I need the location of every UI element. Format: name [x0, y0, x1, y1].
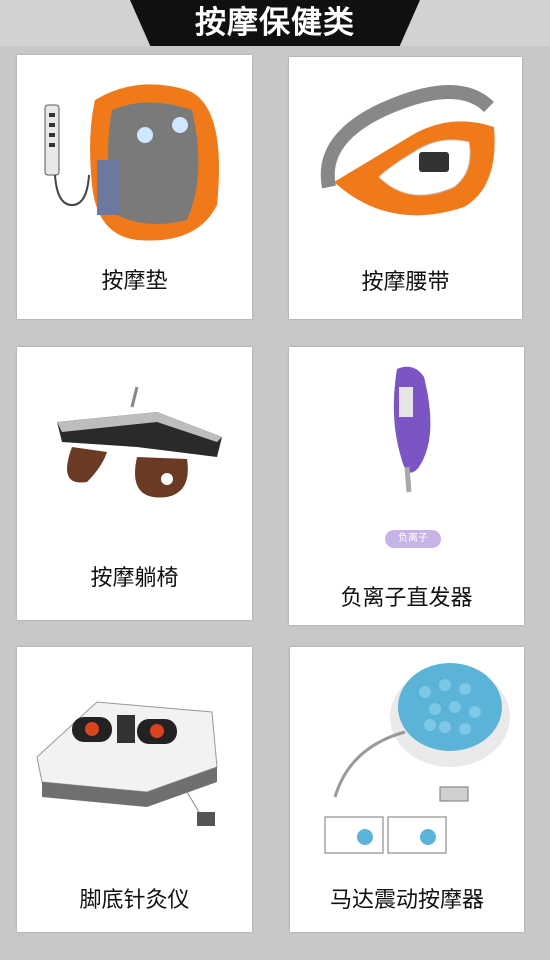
product-label: 按摩躺椅 [90, 566, 179, 591]
vibration-massager-image [324, 663, 510, 854]
foot-device-image [36, 701, 218, 826]
product-label: 按摩腰带 [361, 270, 450, 295]
category-title: 按摩保健类 [195, 5, 355, 41]
product-card-massage-belt[interactable]: 按摩腰带 [289, 57, 522, 319]
product-card-ion-hair-straightener[interactable]: 负离子直发器 [289, 347, 524, 625]
product-card-vibration-massager[interactable]: 马达震动按摩器 [290, 647, 524, 932]
massage-recliner-image [57, 386, 222, 498]
product-card-massage-recliner[interactable]: 按摩躺椅 [17, 347, 252, 620]
product-card-massage-cushion[interactable]: 按摩垫 [17, 55, 252, 319]
product-card-foot-acupuncture[interactable]: 脚底针灸仪 [17, 647, 252, 932]
massage-belt-image [320, 85, 495, 216]
product-label: 按摩垫 [101, 269, 168, 294]
product-label: 脚底针灸仪 [79, 888, 190, 913]
massage-cushion-image [44, 84, 219, 241]
ion-tag: 负离子 [385, 530, 441, 548]
product-label: 马达震动按摩器 [329, 888, 484, 913]
product-label: 负离子直发器 [340, 586, 473, 611]
